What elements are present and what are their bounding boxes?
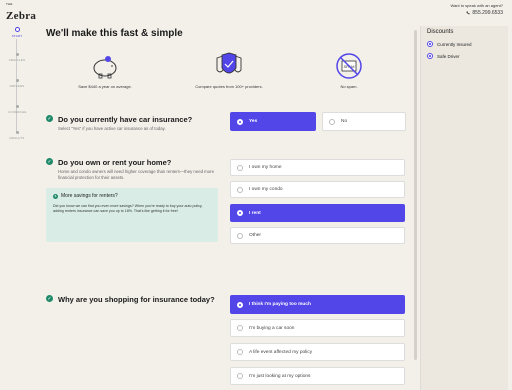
option-label: No xyxy=(341,119,348,124)
option-label: Yes xyxy=(249,119,258,124)
radio-icon xyxy=(237,164,243,171)
brand-word: Zebra xyxy=(6,10,37,22)
q2-option-other[interactable]: Other xyxy=(230,227,405,244)
q3-option-life-event[interactable]: A life event affected my policy xyxy=(230,343,405,361)
scrollbar[interactable] xyxy=(414,30,417,360)
option-label: I think I'm paying too much xyxy=(249,302,311,307)
brand-logo[interactable]: THE Zebra xyxy=(6,3,36,24)
savings-header: $ More savings for renters? xyxy=(53,193,211,199)
q2-option-own-condo[interactable]: I own my condo xyxy=(230,181,405,198)
radio-icon xyxy=(237,210,243,216)
phone-icon xyxy=(466,11,471,15)
q2-option-rent[interactable]: I rent xyxy=(230,204,405,222)
step-dot xyxy=(15,131,19,134)
radio-icon xyxy=(237,373,243,379)
radio-icon xyxy=(237,325,243,331)
option-label: A life event affected my policy xyxy=(249,349,313,355)
radio-icon xyxy=(329,118,335,125)
radio-icon xyxy=(237,232,243,239)
no-spam-icon: SPAM xyxy=(336,53,362,79)
q1-title: Do you currently have car insurance? xyxy=(58,115,193,124)
q3-option-looking[interactable]: I'm just looking at my options xyxy=(230,367,405,385)
step-dot xyxy=(15,105,19,108)
dollar-icon: $ xyxy=(53,193,58,199)
q1-option-no[interactable]: No xyxy=(322,112,406,131)
option-label: I'm just looking at my options xyxy=(249,373,311,379)
discount-check-icon xyxy=(427,41,433,47)
agent-phone[interactable]: 855.299.6533 xyxy=(450,10,503,16)
shields-icon xyxy=(216,52,242,74)
benefit-no-spam: SPAM No spam. xyxy=(314,52,384,89)
step-label: VEHICLES xyxy=(8,58,26,62)
discount-item: Currently Insured xyxy=(427,41,502,47)
step-label: DRIVERS xyxy=(9,84,25,88)
brand-the: THE xyxy=(6,2,13,6)
discounts-panel: Discounts Currently Insured Safe Driver xyxy=(420,26,508,390)
check-icon: ✓ xyxy=(46,158,53,165)
step-dot xyxy=(15,53,19,56)
step-drivers[interactable]: DRIVERS xyxy=(8,79,26,88)
step-start[interactable]: START xyxy=(8,27,26,38)
step-coverage[interactable]: COVERAGE xyxy=(8,105,26,114)
agent-contact: Want to speak with an agent? 855.299.653… xyxy=(450,3,503,16)
option-label: I'm buying a car soon xyxy=(249,325,295,331)
discount-label: Currently Insured xyxy=(437,41,472,47)
benefit-providers: Compare quotes from 100+ providers. xyxy=(174,52,284,89)
q1-option-yes[interactable]: Yes xyxy=(230,112,316,131)
q2-option-own-home[interactable]: I own my home xyxy=(230,159,405,176)
radio-icon xyxy=(237,186,243,193)
step-results[interactable]: RESULTS xyxy=(8,131,26,140)
q3-option-paying-too-much[interactable]: I think I'm paying too much xyxy=(230,295,405,314)
main-content: We'll make this fast & simple Save $440 … xyxy=(46,28,410,385)
q3-title: Why are you shopping for insurance today… xyxy=(58,295,215,304)
discount-item: Safe Driver xyxy=(427,53,502,59)
discount-check-icon xyxy=(427,53,433,59)
agent-prompt: Want to speak with an agent? xyxy=(450,3,503,8)
radio-icon xyxy=(237,118,243,125)
q2-title: Do you own or rent your home? xyxy=(58,158,172,167)
q2-subtitle: Home and condo owners will need higher c… xyxy=(58,169,214,180)
agent-phone-number: 855.299.6533 xyxy=(472,10,503,16)
check-icon: ✓ xyxy=(46,295,53,302)
step-label: RESULTS xyxy=(9,136,25,140)
step-dot xyxy=(15,79,19,82)
benefit-savings: Save $440 a year on average. xyxy=(60,52,150,89)
renters-savings-callout: $ More savings for renters? Did you know… xyxy=(46,188,218,242)
benefit-text: Save $440 a year on average. xyxy=(78,84,132,89)
page-title: We'll make this fast & simple xyxy=(46,28,183,39)
option-label: I rent xyxy=(249,210,261,216)
radio-icon xyxy=(237,349,243,355)
savings-body: Did you know we can find you even more s… xyxy=(53,204,203,213)
benefit-text: Compare quotes from 100+ providers. xyxy=(195,84,263,89)
q3-option-buying-car[interactable]: I'm buying a car soon xyxy=(230,319,405,337)
option-label: I own my condo xyxy=(249,187,283,192)
step-label: START xyxy=(11,34,23,38)
discount-label: Safe Driver xyxy=(437,53,460,59)
radio-icon xyxy=(237,301,243,308)
step-label: COVERAGE xyxy=(8,110,27,114)
step-vehicles[interactable]: VEHICLES xyxy=(8,53,26,62)
benefit-text: No spam. xyxy=(340,84,358,89)
option-label: Other xyxy=(249,233,261,238)
q1-subtitle: Select "Yes" if you have active car insu… xyxy=(58,126,166,131)
discounts-title: Discounts xyxy=(427,29,454,35)
step-dot xyxy=(14,27,20,32)
option-label: I own my home xyxy=(249,165,282,170)
piggy-bank-icon xyxy=(93,56,117,79)
check-icon: ✓ xyxy=(46,115,53,122)
savings-title: More savings for renters? xyxy=(61,193,118,199)
